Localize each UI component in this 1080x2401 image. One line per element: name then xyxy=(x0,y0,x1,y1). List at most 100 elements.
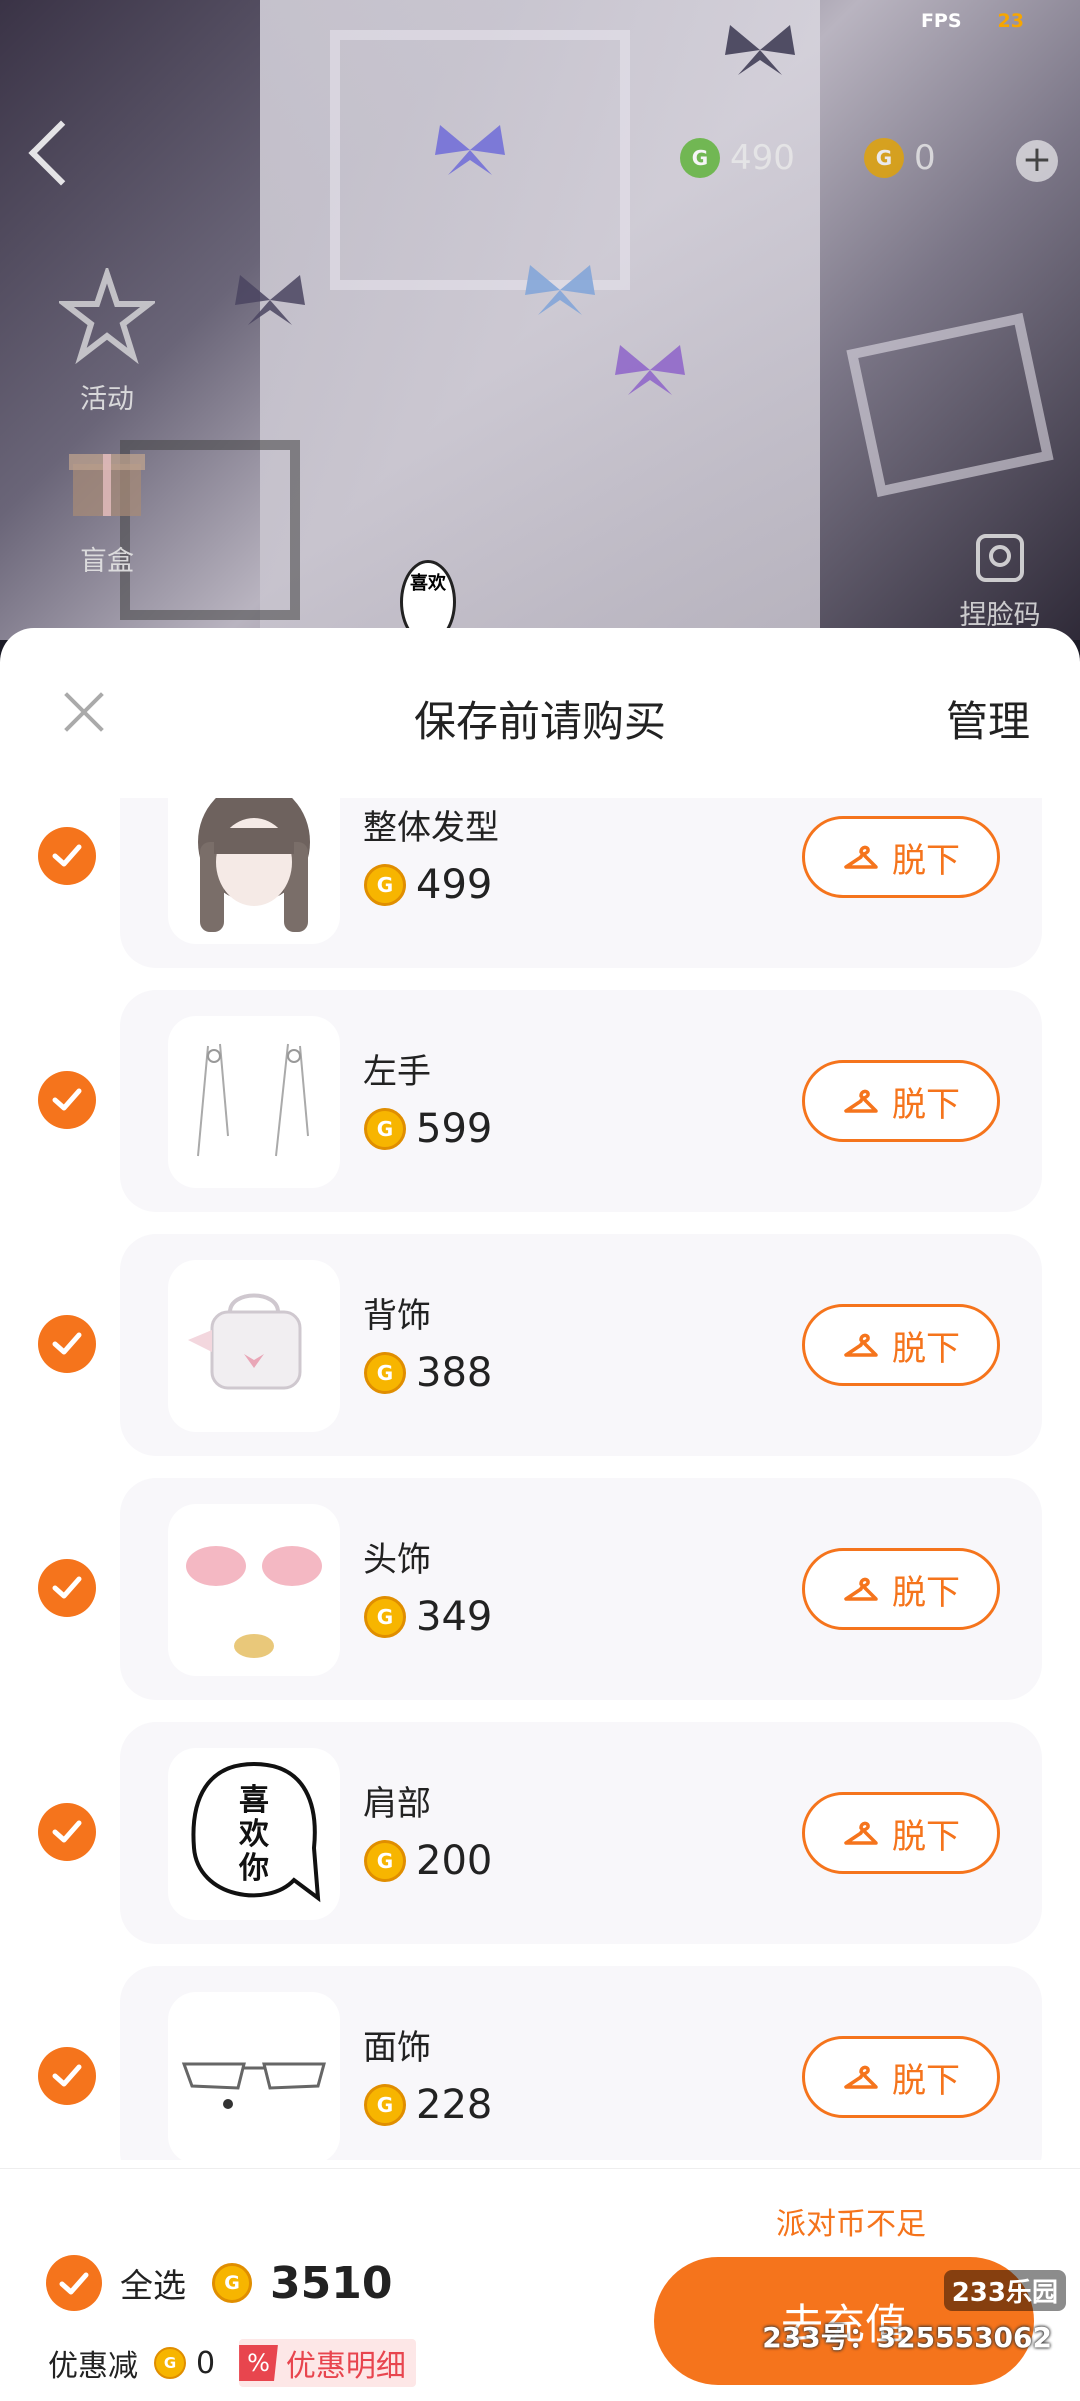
gold-coin-icon: G xyxy=(864,138,904,178)
face-code-label: 捏脸码 xyxy=(959,600,1041,631)
green-coin-icon: G xyxy=(680,138,720,178)
item-card: 左手 G 599 脱下 xyxy=(120,990,1042,1212)
coin-icon: G xyxy=(212,2263,252,2303)
item-price: G 228 xyxy=(364,2082,492,2128)
list-item: 左手 G 599 脱下 xyxy=(0,990,1080,1212)
item-price-value: 499 xyxy=(416,862,493,908)
list-item: 面饰 G 228 脱下 xyxy=(0,1966,1080,2160)
take-off-button[interactable]: 脱下 xyxy=(802,1304,1000,1386)
item-thumbnail-face-accessory xyxy=(168,1992,340,2160)
coin-icon: G xyxy=(154,2347,186,2379)
hanger-icon xyxy=(844,2065,878,2089)
list-item: 整体发型 G 499 脱下 xyxy=(0,798,1080,968)
item-checkbox[interactable] xyxy=(38,1315,96,1373)
item-thumbnail-back-accessory xyxy=(168,1260,340,1432)
take-off-button[interactable]: 脱下 xyxy=(802,1548,1000,1630)
coin-icon: G xyxy=(364,1108,406,1150)
item-thumbnail-left-hand xyxy=(168,1016,340,1188)
backpack-image xyxy=(188,1293,302,1390)
take-off-label: 脱下 xyxy=(892,1572,960,1613)
checkmark-icon xyxy=(59,2272,89,2295)
face-code-button[interactable]: 捏脸码 xyxy=(950,530,1050,632)
gold-currency[interactable]: G 0 xyxy=(864,138,936,178)
item-checkbox[interactable] xyxy=(38,2047,96,2105)
discount-row: 优惠减 G 0 % 优惠明细 xyxy=(48,2339,416,2387)
select-all-label: 全选 xyxy=(120,2266,186,2305)
item-name: 面饰 xyxy=(363,2028,431,2068)
item-name: 背饰 xyxy=(363,1296,431,1336)
watermark-logo: 233乐园 xyxy=(943,2270,1066,2311)
item-name: 左手 xyxy=(363,1052,431,1092)
hanger-icon xyxy=(844,1577,878,1601)
gold-currency-value: 0 xyxy=(914,138,936,178)
item-price: G 499 xyxy=(364,862,492,908)
fps-counter: FPS 23 xyxy=(921,10,1024,32)
take-off-button[interactable]: 脱下 xyxy=(802,2036,1000,2118)
item-name: 肩部 xyxy=(363,1784,431,1824)
select-all[interactable]: 全选 G 3510 xyxy=(46,2255,392,2311)
item-price-value: 349 xyxy=(416,1594,493,1640)
item-price-value: 200 xyxy=(416,1838,493,1884)
item-thumbnail-hairstyle xyxy=(168,798,340,944)
butterfly-decoration xyxy=(435,125,505,175)
coin-icon: G xyxy=(364,864,406,906)
item-thumbnail-shoulder: 喜欢你 xyxy=(168,1748,340,1920)
blind-box-label: 盲盒 xyxy=(80,546,134,577)
green-currency-value: 490 xyxy=(730,138,795,178)
item-card: 整体发型 G 499 脱下 xyxy=(120,798,1042,968)
scene-picture-frame xyxy=(846,312,1054,498)
list-item: 背饰 G 388 脱下 xyxy=(0,1234,1080,1456)
item-card: 背饰 G 388 脱下 xyxy=(120,1234,1042,1456)
item-checkbox[interactable] xyxy=(38,1803,96,1861)
item-checkbox[interactable] xyxy=(38,827,96,885)
item-checkbox[interactable] xyxy=(38,1559,96,1617)
checkout-footer: 派对币不足 全选 G 3510 优惠减 G 0 % 优惠明细 去充值 xyxy=(0,2168,1080,2401)
discount-detail-button[interactable]: % 优惠明细 xyxy=(239,2339,416,2387)
list-item: 头饰 G 349 脱下 xyxy=(0,1478,1080,1700)
checkmark-icon xyxy=(52,1576,82,1599)
coin-icon: G xyxy=(364,1840,406,1882)
star-badge-icon xyxy=(56,264,158,365)
hanger-icon xyxy=(844,1333,878,1357)
take-off-button[interactable]: 脱下 xyxy=(802,1792,1000,1874)
fps-value: 23 xyxy=(997,10,1024,32)
item-checkbox[interactable] xyxy=(38,1071,96,1129)
item-card: 面饰 G 228 脱下 xyxy=(120,1966,1042,2160)
add-currency-icon[interactable]: + xyxy=(1016,140,1058,182)
fps-label: FPS xyxy=(920,10,962,32)
green-currency[interactable]: G 490 xyxy=(680,138,795,178)
item-name: 头饰 xyxy=(363,1540,431,1580)
butterfly-decoration xyxy=(525,265,595,315)
manage-button[interactable]: 管理 xyxy=(946,688,1030,749)
take-off-button[interactable]: 脱下 xyxy=(802,1060,1000,1142)
coin-icon: G xyxy=(364,1596,406,1638)
watermark-id: 233号：325553062 xyxy=(762,2321,1052,2354)
take-off-label: 脱下 xyxy=(892,1816,960,1857)
item-list[interactable]: 整体发型 G 499 脱下 左手 G 599 脱下 背饰 G 388 脱下 头饰… xyxy=(0,798,1080,2160)
take-off-label: 脱下 xyxy=(892,1328,960,1369)
activities-label: 活动 xyxy=(80,384,134,415)
item-name: 整体发型 xyxy=(363,808,499,848)
list-item: 喜欢你 肩部 G 200 脱下 xyxy=(0,1722,1080,1944)
hanger-icon xyxy=(844,1089,878,1113)
item-price-value: 228 xyxy=(416,2082,493,2128)
select-all-checkbox[interactable] xyxy=(46,2255,102,2311)
butterfly-decoration xyxy=(615,345,685,395)
butterfly-decoration xyxy=(235,275,305,325)
butterfly-decoration xyxy=(725,25,795,75)
glasses-image xyxy=(181,2062,326,2109)
hanger-icon xyxy=(844,1821,878,1845)
take-off-label: 脱下 xyxy=(892,840,960,881)
percent-badge: % xyxy=(239,2345,278,2381)
take-off-button[interactable]: 脱下 xyxy=(802,816,1000,898)
blind-box-button[interactable]: 盲盒 xyxy=(52,430,162,578)
take-off-label: 脱下 xyxy=(892,1084,960,1125)
checkmark-icon xyxy=(52,1332,82,1355)
checkmark-icon xyxy=(52,844,82,867)
insufficient-coins-label: 派对币不足 xyxy=(776,2207,926,2242)
shoulder-item-text: 喜欢你 xyxy=(239,1783,269,1886)
left-hand-accessory-image xyxy=(197,1043,309,1157)
item-price-value: 599 xyxy=(416,1106,493,1152)
activities-button[interactable]: 活动 xyxy=(52,264,162,416)
total-price: G 3510 xyxy=(212,2258,392,2309)
